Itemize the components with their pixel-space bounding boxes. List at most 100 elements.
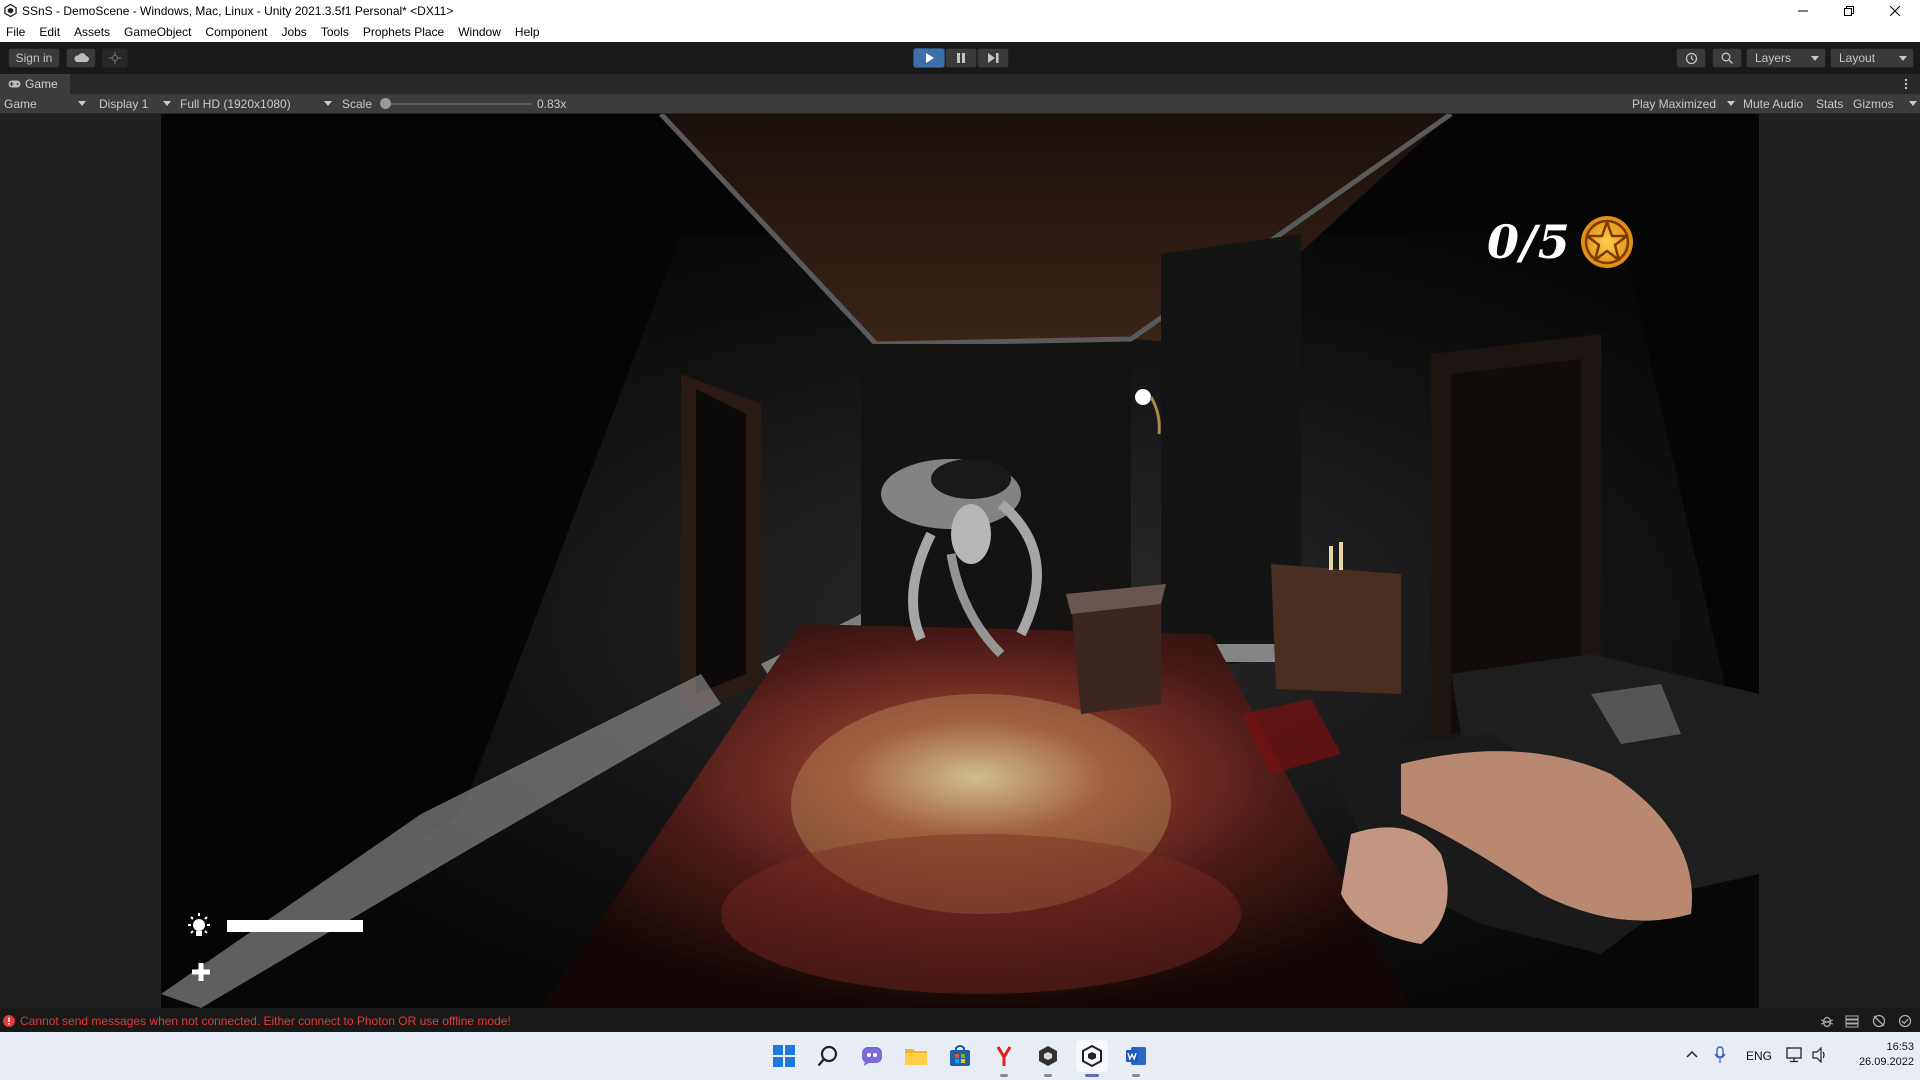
menu-component[interactable]: Component: [198, 25, 274, 39]
menu-help[interactable]: Help: [508, 25, 547, 39]
unity-hub-icon: [1039, 1046, 1057, 1066]
game-tab-bar: Game: [0, 74, 1920, 94]
bug-off-icon[interactable]: [1872, 1014, 1886, 1028]
unity-editor-icon: [1082, 1045, 1102, 1067]
resolution-dropdown[interactable]: Full HD (1920x1080): [180, 97, 334, 111]
hud-collectible-counter: 0/5: [1487, 212, 1635, 272]
tab-game[interactable]: Game: [0, 74, 70, 94]
restore-icon: [1844, 6, 1854, 16]
taskbar-unity-editor-button[interactable]: [1076, 1040, 1108, 1077]
pentagram-icon: [1580, 216, 1633, 268]
cloud-icon: [74, 53, 89, 62]
menu-assets[interactable]: Assets: [67, 25, 117, 39]
clock-date: 26.09.2022: [1858, 1056, 1914, 1068]
step-button[interactable]: [977, 48, 1009, 68]
history-button[interactable]: [1676, 48, 1706, 68]
taskbar-search-button[interactable]: [812, 1040, 844, 1072]
pause-icon: [957, 53, 965, 63]
unity-logo-icon: [4, 4, 17, 17]
taskbar-chat-button[interactable]: [856, 1040, 888, 1072]
layers-dropdown[interactable]: Layers: [1746, 48, 1826, 68]
display-dropdown[interactable]: Display 1: [99, 97, 173, 111]
debug-icon[interactable]: [1820, 1014, 1834, 1028]
game-view-toolbar: Game Display 1 Full HD (1920x1080) Scale…: [0, 94, 1920, 114]
collab-button[interactable]: [102, 48, 128, 68]
running-indicator: [1132, 1074, 1140, 1077]
layout-label: Layout: [1839, 51, 1876, 65]
search-button[interactable]: [1712, 48, 1742, 68]
menu-prophets-place[interactable]: Prophets Place: [356, 25, 451, 39]
running-indicator: [1000, 1074, 1008, 1077]
taskbar-word-button[interactable]: [1120, 1040, 1152, 1077]
menu-tools[interactable]: Tools: [314, 25, 356, 39]
layout-dropdown[interactable]: Layout: [1830, 48, 1914, 68]
sign-in-label: Sign in: [15, 51, 53, 65]
sign-in-button[interactable]: Sign in: [8, 48, 60, 68]
menu-gameobject[interactable]: GameObject: [117, 25, 198, 39]
search-icon: [817, 1045, 838, 1067]
collectible-count: 0/5: [1487, 215, 1571, 269]
pause-button[interactable]: [945, 48, 977, 68]
health-cross-icon: [192, 963, 210, 981]
game-view-area: 0/5: [0, 114, 1920, 1008]
minimize-button[interactable]: [1780, 0, 1826, 22]
play-button[interactable]: [913, 48, 945, 68]
main-toolbar: Sign in Layers Layout: [0, 42, 1920, 74]
scale-value: 0.83x: [537, 97, 567, 111]
volume-icon[interactable]: [1812, 1047, 1828, 1063]
menu-window[interactable]: Window: [451, 25, 508, 39]
tab-game-label: Game: [25, 77, 58, 91]
taskbar-explorer-button[interactable]: [900, 1040, 932, 1072]
step-icon: [987, 53, 998, 63]
menu-edit[interactable]: Edit: [32, 25, 67, 39]
active-indicator: [1085, 1074, 1099, 1077]
gizmos-dropdown[interactable]: Gizmos: [1853, 97, 1917, 111]
chevron-down-icon: [1899, 56, 1907, 61]
check-circle-icon[interactable]: [1898, 1014, 1912, 1028]
windows-start-button[interactable]: [768, 1040, 800, 1072]
chevron-down-icon: [1909, 101, 1917, 106]
history-icon: [1685, 52, 1697, 64]
play-icon: [926, 53, 934, 63]
more-options-icon[interactable]: [1904, 78, 1908, 90]
restore-button[interactable]: [1826, 0, 1872, 22]
taskbar-store-button[interactable]: [944, 1040, 976, 1072]
taskbar-yandex-button[interactable]: [988, 1040, 1020, 1077]
taskbar-unity-hub-button[interactable]: [1032, 1040, 1064, 1077]
title-bar: SSnS - DemoScene - Windows, Mac, Linux -…: [0, 0, 1920, 22]
yandex-browser-icon: [996, 1046, 1012, 1066]
collab-icon: [109, 52, 121, 64]
game-viewport[interactable]: 0/5: [161, 114, 1759, 1008]
lightbulb-icon: [188, 913, 210, 936]
gizmos-label: Gizmos: [1853, 97, 1894, 111]
menu-jobs[interactable]: Jobs: [274, 25, 313, 39]
console-status-bar[interactable]: Cannot send messages when not connected.…: [0, 1010, 1920, 1032]
view-mode-dropdown[interactable]: Game: [4, 97, 88, 111]
chevron-up-icon[interactable]: [1686, 1050, 1698, 1058]
menu-file[interactable]: File: [0, 25, 32, 39]
menu-bar: File Edit Assets GameObject Component Jo…: [0, 22, 1920, 42]
clock[interactable]: 16:53 26.09.2022: [1836, 1040, 1914, 1070]
chevron-down-icon: [78, 101, 86, 106]
close-button[interactable]: [1872, 0, 1918, 22]
play-maximized-dropdown[interactable]: Play Maximized: [1632, 97, 1736, 111]
running-indicator: [1044, 1074, 1052, 1077]
window-title: SSnS - DemoScene - Windows, Mac, Linux -…: [22, 4, 454, 18]
view-mode-label: Game: [4, 97, 37, 111]
network-icon[interactable]: [1786, 1047, 1804, 1063]
flashlight-battery-bar: [227, 920, 363, 932]
cloud-button[interactable]: [66, 48, 96, 68]
close-icon: [1890, 6, 1900, 16]
microphone-icon[interactable]: [1714, 1046, 1726, 1064]
chevron-down-icon: [324, 101, 332, 106]
stats-toggle[interactable]: Stats: [1816, 97, 1843, 111]
chat-icon: [862, 1047, 882, 1066]
language-indicator[interactable]: ENG: [1746, 1049, 1772, 1063]
scale-slider[interactable]: [380, 98, 532, 109]
mute-audio-toggle[interactable]: Mute Audio: [1743, 97, 1803, 111]
chevron-down-icon: [1811, 56, 1819, 61]
stack-icon[interactable]: [1845, 1014, 1859, 1028]
scale-slider-thumb[interactable]: [380, 98, 391, 109]
resolution-label: Full HD (1920x1080): [180, 97, 291, 111]
play-maximized-label: Play Maximized: [1632, 97, 1717, 111]
